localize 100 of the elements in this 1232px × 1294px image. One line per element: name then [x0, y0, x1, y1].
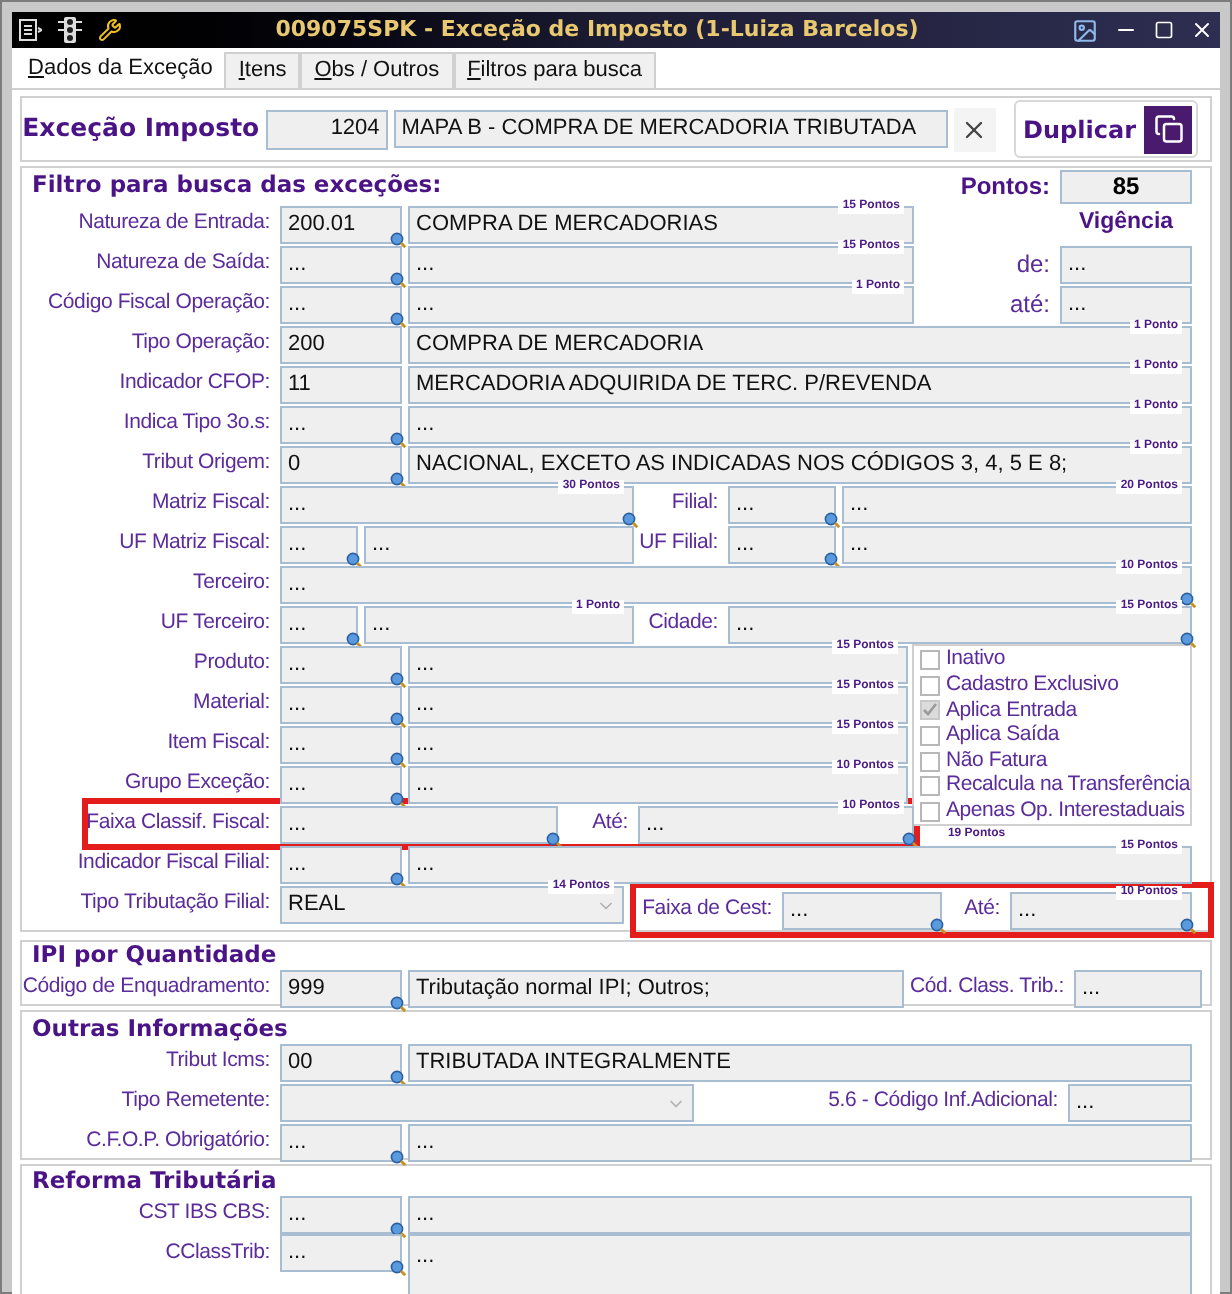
input-field[interactable]: MAPA B - COMPRA DE MERCADORIA TRIBUTADA — [393, 110, 948, 148]
search-icon[interactable] — [390, 431, 406, 447]
field-label: Terceiro: — [193, 568, 270, 599]
search-icon[interactable] — [390, 871, 406, 887]
checkbox[interactable] — [919, 650, 940, 671]
input-field[interactable]: ... — [280, 805, 558, 843]
input-field[interactable]: ... — [280, 685, 402, 723]
search-icon[interactable] — [546, 831, 562, 847]
checkbox-label: Cadastro Exclusivo — [945, 670, 1119, 700]
input-field[interactable]: ... — [280, 645, 402, 683]
input-field[interactable]: ... — [280, 1195, 402, 1233]
checkbox-label: Recalcula na Transferência — [945, 770, 1190, 800]
input-field[interactable]: 11 — [280, 365, 402, 403]
list-icon[interactable] — [18, 18, 42, 42]
search-icon[interactable] — [1180, 631, 1196, 647]
field-label: Tipo Remetente: — [121, 1086, 270, 1117]
field-label: Cidade: — [648, 608, 718, 639]
checkbox-label: Apenas Op. Interestaduais — [945, 795, 1185, 826]
section-title: IPI por Quantidade — [32, 942, 277, 968]
search-icon[interactable] — [346, 551, 362, 567]
field-label: Até: — [592, 808, 628, 839]
input-field[interactable]: ... — [408, 1123, 1192, 1161]
picture-icon[interactable] — [1072, 17, 1098, 43]
input-field[interactable]: ... — [280, 725, 402, 763]
search-icon[interactable] — [1180, 917, 1196, 933]
window-title: 009075SPK - Exceção de Imposto (1-Luiza Barcelos) — [275, 13, 919, 46]
input-field[interactable]: 200.01 — [280, 205, 402, 243]
search-icon[interactable] — [901, 831, 918, 847]
input-field[interactable]: ... — [728, 525, 836, 563]
section-title: Filtro para busca das exceções: — [30, 168, 442, 203]
field-label: Grupo Exceção: — [125, 768, 270, 799]
search-icon[interactable] — [390, 1149, 406, 1165]
input-field[interactable]: ... — [408, 1234, 1192, 1294]
search-icon[interactable] — [390, 471, 406, 487]
tab[interactable]: Filtros para busca — [453, 52, 657, 88]
search-icon[interactable] — [622, 511, 638, 527]
checkbox[interactable] — [919, 776, 940, 797]
search-icon[interactable] — [390, 231, 406, 247]
checkbox[interactable] — [919, 726, 940, 747]
search-icon[interactable] — [390, 791, 406, 807]
search-icon[interactable] — [390, 1260, 406, 1276]
search-icon[interactable] — [390, 995, 406, 1011]
points-title: Pontos: — [960, 170, 1052, 204]
traffic-light-icon[interactable] — [58, 16, 82, 44]
duplicate-button[interactable]: Duplicar — [1013, 100, 1198, 158]
dropdown-field[interactable] — [280, 1083, 694, 1121]
input-field[interactable]: 200 — [280, 325, 402, 363]
field-label: Tipo Tributação Filial: — [80, 888, 270, 919]
input-field[interactable]: ... — [280, 765, 402, 803]
search-icon[interactable] — [390, 711, 406, 727]
search-icon[interactable] — [346, 631, 362, 647]
input-field[interactable]: 999 — [280, 969, 402, 1007]
input-field[interactable]: ... — [280, 285, 402, 323]
maximize-icon[interactable] — [1154, 20, 1174, 40]
input-field[interactable]: Tributação normal IPI; Outros; — [408, 969, 904, 1007]
input-field[interactable]: ... — [280, 245, 402, 283]
field-label: Indicador CFOP: — [119, 368, 270, 399]
tab[interactable]: Obs / Outros — [300, 52, 454, 88]
input-field[interactable]: ... — [1068, 1083, 1192, 1121]
field-label: C.F.O.P. Obrigatório: — [86, 1126, 270, 1157]
input-field[interactable]: ... — [728, 485, 836, 523]
input-field[interactable]: TRIBUTADA INTEGRALMENTE — [408, 1043, 1192, 1081]
search-icon[interactable] — [824, 551, 840, 567]
checkbox[interactable] — [919, 801, 940, 822]
input-field[interactable]: 00 — [280, 1043, 402, 1081]
field-label: 5.6 - Código Inf.Adicional: — [828, 1086, 1058, 1117]
input-field[interactable]: 1204 — [265, 109, 388, 149]
search-icon[interactable] — [390, 311, 406, 327]
clear-button[interactable] — [953, 107, 996, 151]
tab[interactable]: Itens — [224, 52, 301, 88]
input-field[interactable]: ... — [1073, 969, 1202, 1007]
search-icon[interactable] — [390, 271, 406, 287]
field-label: Matriz Fiscal: — [151, 488, 270, 519]
input-field[interactable]: ... — [280, 1123, 402, 1161]
search-icon[interactable] — [930, 917, 946, 933]
close-icon[interactable] — [1190, 18, 1214, 42]
search-icon[interactable] — [390, 671, 406, 687]
checkbox[interactable] — [919, 751, 940, 772]
checkbox[interactable] — [919, 675, 940, 696]
field-label: UF Terceiro: — [160, 608, 270, 639]
field-label: Material: — [193, 688, 270, 719]
search-icon[interactable] — [390, 751, 406, 767]
field-label: Produto: — [193, 648, 270, 679]
input-field[interactable]: ... — [280, 405, 402, 443]
search-icon[interactable] — [1180, 591, 1196, 607]
input-field[interactable]: ... — [280, 1234, 402, 1272]
search-icon[interactable] — [824, 511, 840, 527]
search-icon[interactable] — [390, 1069, 406, 1085]
input-field[interactable]: ... — [782, 891, 942, 929]
field-label: Filial: — [671, 488, 718, 519]
input-field[interactable]: ... — [408, 1195, 1192, 1233]
input-field[interactable]: ... — [280, 525, 358, 563]
input-field[interactable]: ... — [280, 605, 358, 643]
input-field[interactable]: ... — [1060, 245, 1192, 283]
search-icon[interactable] — [390, 1221, 406, 1237]
wrench-icon[interactable] — [98, 18, 122, 42]
input-field[interactable]: ... — [280, 845, 402, 883]
input-field[interactable]: ... — [364, 525, 634, 563]
field-label: Indicador Fiscal Filial: — [77, 848, 270, 879]
input-field[interactable]: 0 — [280, 445, 402, 483]
